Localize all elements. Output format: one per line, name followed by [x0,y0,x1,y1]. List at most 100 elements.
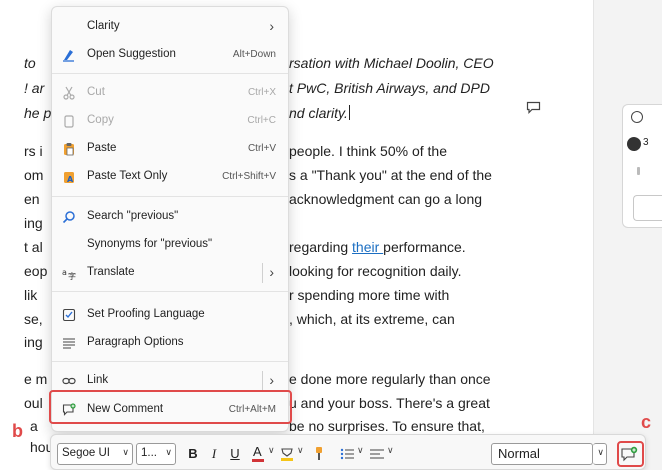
format-painter-button[interactable] [312,444,326,464]
scissors-icon [63,86,75,100]
menu-item-open-suggestion[interactable]: Open Suggestion Alt+Down [52,41,288,69]
svg-text:A: A [67,175,74,184]
search-icon [62,211,75,224]
style-value: Normal [498,446,540,461]
clipboard-icon [64,143,74,156]
chevron-down-icon[interactable]: ∨ [297,445,304,456]
comment-text-stub [637,167,640,175]
font-name-value: Segoe UI [62,447,110,459]
italic-button[interactable]: I [206,444,222,464]
bold-button[interactable]: B [185,444,201,464]
menu-item-label: Translate [87,266,135,278]
bullets-button[interactable] [339,444,355,464]
menu-item-label: Cut [87,86,105,98]
menu-item-shortcut: Ctrl+C [247,115,276,126]
menu-separator [52,291,288,292]
chevron-right-icon[interactable]: › [269,372,274,388]
context-menu: Clarity › Open Suggestion Alt+Down Cut C… [51,6,289,432]
doc-line-13-right: e done more regularly than once [289,371,491,387]
translate-icon: a 字 [62,268,76,280]
menu-item-set-proofing-language[interactable]: Set Proofing Language [52,301,288,329]
doc-line-14: oul [24,395,43,411]
style-select[interactable]: Normal [491,443,593,465]
doc-line-11-right: , which, at its extreme, can [289,311,455,327]
doc-line-5-right: s a "Thank you" at the end of the [289,167,492,183]
menu-item-paste-text-only[interactable]: A Paste Text Only Ctrl+Shift+V [52,163,288,191]
menu-item-copy[interactable]: Copy Ctrl+C [52,107,288,135]
doc-line-1-right: rsation with Michael Doolin, CEO [289,55,494,71]
menu-separator [52,73,288,74]
menu-item-clarity[interactable]: Clarity › [52,13,288,41]
menu-item-label: Synonyms for "previous" [87,238,213,250]
doc-line-15: a [30,418,38,434]
doc-line-13: e m [24,371,48,387]
highlight-button[interactable] [279,444,295,464]
doc-line-9-right: looking for recognition daily. [289,263,462,279]
doc-line-10-right: r spending more time with [289,287,450,303]
comment-marker-icon[interactable] [526,101,541,114]
menu-item-label: Paste [87,142,117,154]
link-icon [62,377,76,385]
their-link[interactable]: their [352,239,383,255]
chevron-down-icon: ∨ [122,447,129,457]
font-name-select[interactable]: Segoe UI ∨ [57,443,133,465]
submenu-divider [262,263,263,283]
menu-item-paste[interactable]: Paste Ctrl+V [52,135,288,163]
submenu-divider [262,371,263,391]
doc-line-6-right: acknowledgment can go a long [289,191,483,207]
menu-item-synonyms[interactable]: Synonyms for "previous" [52,231,288,259]
doc-line-2-right: t PwC, British Airways, and DPD [289,80,490,96]
style-dropdown-button[interactable]: ∨ [593,443,607,465]
font-color-button[interactable]: A [250,444,266,464]
menu-item-cut[interactable]: Cut Ctrl+X [52,79,288,107]
menu-item-paragraph-options[interactable]: Paragraph Options [52,329,288,357]
doc-line-4-right: people. I think 50% of the [289,143,447,159]
menu-separator [52,361,288,362]
floating-format-toolbar: Segoe UI ∨ 1... ∨ B I U A ∨ ∨ ∨ ∨ Normal… [50,434,646,470]
menu-item-search[interactable]: Search "previous" [52,203,288,231]
doc-line-5: om [24,167,44,183]
menu-item-label: Copy [87,114,114,126]
chevron-down-icon[interactable]: ∨ [268,445,275,456]
chevron-down-icon[interactable]: ∨ [387,445,394,456]
menu-item-label: Clarity [87,20,120,32]
chevron-down-icon: ∨ [597,447,604,457]
align-button[interactable] [369,444,385,464]
doc-line-10: lik [24,287,38,303]
menu-item-label: Search "previous" [87,210,179,222]
annotation-label-c: c [641,412,652,432]
editor-pen-icon [63,50,74,62]
menu-item-translate[interactable]: a 字 Translate › [52,259,288,287]
doc-line-7: ing [24,215,43,231]
highlighter-icon [281,448,293,461]
menu-item-label: Set Proofing Language [87,308,205,320]
annotation-highlight-comment-button [617,441,644,467]
doc-line-12: ing [24,334,43,350]
paragraph-icon [63,338,75,349]
chevron-right-icon[interactable]: › [269,264,274,280]
copy-icon [64,115,74,128]
svg-text:a: a [62,268,67,277]
menu-item-shortcut: Alt+Down [232,49,276,60]
bullet-list-icon [340,448,354,460]
menu-item-shortcut: Ctrl+V [247,143,276,154]
font-size-select[interactable]: 1... ∨ [136,443,176,465]
format-painter-icon [316,447,322,460]
resolve-radio-icon[interactable] [631,111,643,123]
menu-item-label: Link [87,374,109,386]
underline-button[interactable]: U [227,444,243,464]
proofing-language-icon [62,308,76,322]
comments-pane [593,0,662,470]
doc-line-3-right: nd clarity. [289,105,350,121]
text-caret [348,105,350,120]
chevron-down-icon[interactable]: ∨ [357,445,364,456]
doc-line-2: ! ar [24,80,45,96]
doc-line-8-right: regarding their performance. [289,239,466,255]
comment-card[interactable]: 3 [622,104,662,228]
align-icon [370,449,384,459]
doc-line-4: rs i [24,143,43,159]
doc-line-6: en [24,191,40,207]
doc-line-14-right: u and your boss. There's a great [289,395,490,411]
menu-item-label: Paste Text Only [87,170,168,182]
reply-input[interactable] [633,195,662,221]
